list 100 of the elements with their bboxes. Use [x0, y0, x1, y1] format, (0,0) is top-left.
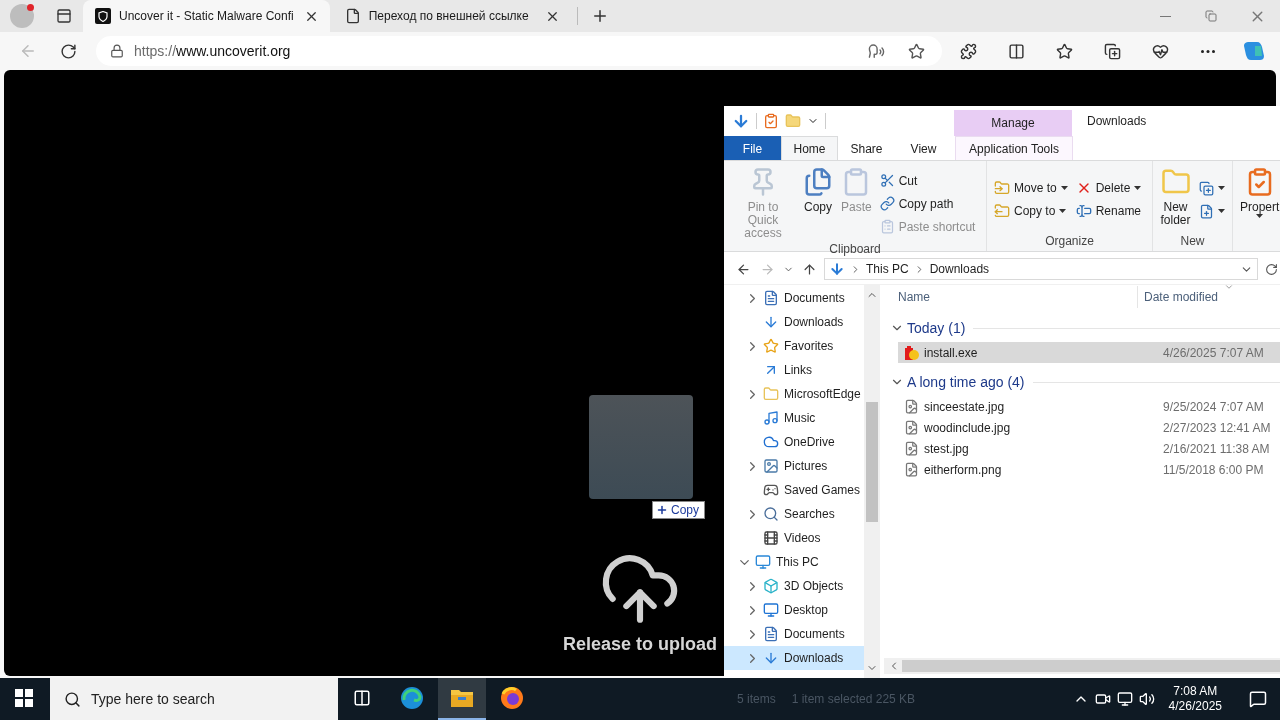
nav-item[interactable]: Pictures — [724, 454, 864, 478]
window-title: Downloads — [1086, 113, 1147, 130]
breadcrumb-item[interactable]: Downloads — [929, 262, 990, 276]
gamepad-icon — [763, 482, 779, 498]
nav-item[interactable]: 3D Objects — [724, 574, 864, 598]
link-icon — [879, 196, 895, 211]
folder-move-icon — [994, 180, 1010, 196]
folder-icon — [763, 386, 779, 402]
copy-icon — [803, 167, 833, 197]
nav-item[interactable]: MicrosoftEdge — [724, 382, 864, 406]
copy-badge: Copy — [652, 501, 705, 519]
ribbon-button[interactable]: Copy to — [991, 201, 1071, 221]
nav-item[interactable]: Downloads — [724, 310, 864, 334]
download-arrow-icon — [763, 650, 779, 666]
picture-icon — [763, 458, 779, 474]
ribbon-tab[interactable]: File — [724, 136, 781, 160]
desktop-icon — [763, 602, 779, 618]
ribbon-group-label: New — [1179, 234, 1206, 250]
browser-tab[interactable]: Uncover it - Static Malware Confi — [83, 0, 330, 32]
clock[interactable]: 7:08 AM 4/26/2025 — [1168, 684, 1222, 714]
installer-icon — [904, 344, 920, 361]
notification-icon — [1249, 690, 1267, 708]
ribbon-button[interactable]: Copy — [800, 165, 836, 216]
nav-item[interactable]: This PC — [724, 550, 864, 574]
tab-actions-icon — [56, 8, 72, 24]
ribbon-button[interactable]: New folder — [1157, 165, 1194, 229]
restore-icon — [1205, 10, 1217, 22]
firefox-icon — [500, 686, 524, 710]
download-arrow-icon — [763, 314, 779, 330]
drop-message: Release to upload — [562, 634, 717, 655]
ribbon-button[interactable]: Propert — [1237, 165, 1280, 220]
profile-avatar[interactable] — [10, 4, 34, 28]
nav-item[interactable]: Links — [724, 358, 864, 382]
nav-item[interactable]: Favorites — [724, 334, 864, 358]
rename-icon — [1075, 203, 1092, 219]
image-file-icon — [904, 420, 919, 435]
edge-icon — [400, 686, 424, 710]
file-name: stest.jpg — [924, 441, 970, 456]
monitor-icon — [755, 554, 771, 570]
scrollbar[interactable] — [884, 658, 1280, 674]
file-row[interactable]: install.exe 4/26/2025 7:07 AM — [898, 342, 1280, 363]
folder-copy-icon — [994, 203, 1010, 219]
search-icon — [763, 506, 779, 522]
ribbon-button[interactable]: Cut — [876, 170, 979, 191]
nav-item[interactable]: Documents — [724, 286, 864, 310]
taskbar-app[interactable] — [438, 678, 486, 720]
file-row[interactable]: woodinclude.jpg 2/27/2023 12:41 AM — [898, 417, 1280, 438]
volume-icon[interactable] — [1138, 691, 1155, 707]
star-icon — [907, 42, 925, 60]
nav-item[interactable]: Desktop — [724, 598, 864, 622]
read-aloud-icon — [867, 42, 885, 60]
ribbon-tab[interactable]: Application Tools — [955, 136, 1073, 160]
plus-icon — [656, 504, 668, 516]
ribbon-button[interactable]: Copy path — [876, 193, 979, 214]
file-row[interactable]: eitherform.png 11/5/2018 6:00 PM — [898, 459, 1280, 480]
column-header[interactable]: Name — [884, 286, 1138, 308]
file-row[interactable]: sinceestate.jpg 9/25/2024 7:07 AM — [898, 396, 1280, 417]
ribbon-button[interactable]: Rename — [1072, 201, 1145, 221]
sort-caret-icon — [1224, 282, 1234, 292]
properties-icon[interactable] — [763, 113, 779, 129]
ribbon-tab[interactable]: Home — [781, 136, 838, 160]
file-date: 2/27/2023 12:41 AM — [1162, 420, 1271, 435]
nav-item[interactable]: OneDrive — [724, 430, 864, 454]
file-date: 2/16/2021 11:38 AM — [1162, 441, 1270, 456]
file-name: eitherform.png — [924, 462, 1003, 477]
scroll-thumb[interactable] — [902, 660, 1280, 672]
address-field[interactable]: This PC Downloads — [824, 258, 1258, 280]
caret-icon — [1060, 186, 1068, 190]
minimize-icon — [1159, 15, 1171, 17]
image-file-icon — [904, 462, 919, 477]
file-name: sinceestate.jpg — [924, 399, 1006, 414]
download-arrow-icon[interactable] — [732, 112, 750, 130]
search-field[interactable]: Type here to search — [50, 678, 338, 720]
heart-pulse-icon — [1151, 42, 1169, 60]
nav-item[interactable]: Saved Games — [724, 478, 864, 502]
address-bar[interactable]: https://www.uncoverit.org — [96, 36, 942, 66]
caret-icon — [1134, 186, 1142, 190]
nav-item[interactable]: Music — [724, 406, 864, 430]
column-header[interactable]: Date modified — [1138, 290, 1219, 304]
image-file-icon — [904, 399, 919, 414]
folder-icon — [450, 688, 474, 708]
file-row[interactable]: stest.jpg 2/16/2021 11:38 AM — [898, 438, 1280, 459]
nav-item[interactable]: Documents — [724, 622, 864, 646]
scrollbar[interactable] — [864, 285, 880, 678]
cloud-icon — [763, 434, 779, 450]
nav-item[interactable]: Videos — [724, 526, 864, 550]
search-icon — [64, 690, 81, 708]
browser-tab[interactable]: Переход по внешней ссылке — [332, 0, 571, 32]
notification-dot — [27, 4, 34, 11]
status-selection: 1 item selected 225 KB — [791, 692, 916, 706]
music-note-icon — [763, 410, 779, 426]
nav-item[interactable]: Downloads — [724, 646, 864, 670]
new-item-icon — [1199, 180, 1214, 196]
ribbon-button[interactable]: Move to — [991, 178, 1071, 198]
camera-icon[interactable] — [1094, 691, 1111, 707]
file-name: woodinclude.jpg — [924, 420, 1012, 435]
nav-item[interactable]: Searches — [724, 502, 864, 526]
breadcrumb-item[interactable]: This PC — [866, 262, 909, 276]
scroll-thumb[interactable] — [866, 402, 878, 522]
ribbon-button[interactable]: Delete — [1072, 178, 1145, 198]
